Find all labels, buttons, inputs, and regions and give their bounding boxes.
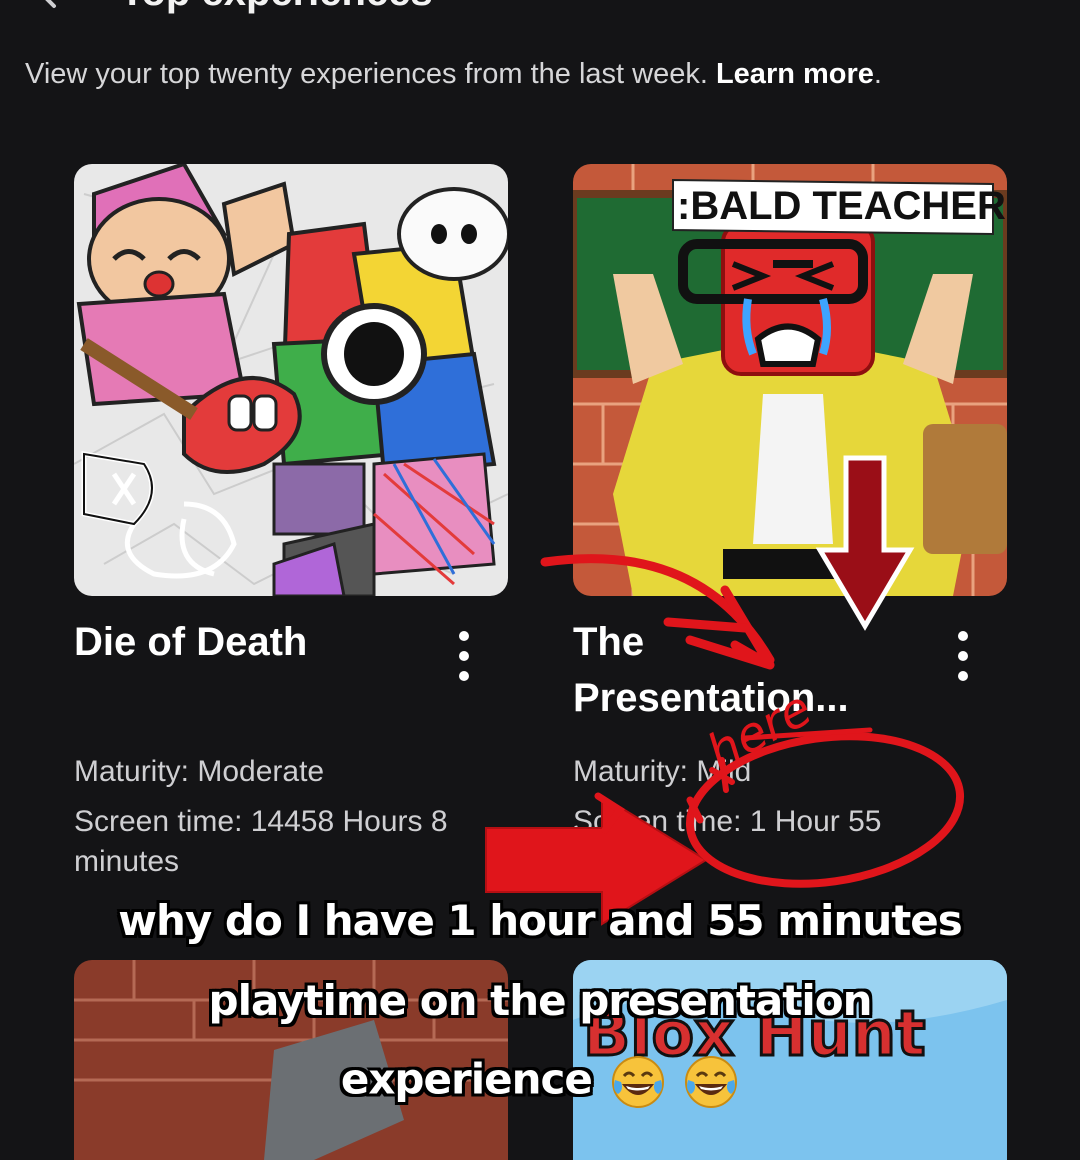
experience-card-die-of-death[interactable]: Die of Death Maturity: Moderate Screen t…: [74, 164, 508, 884]
experience-thumbnail[interactable]: :BALD TEACHER: [573, 164, 1007, 596]
page-title: Top experiences: [120, 0, 433, 15]
laughing-crying-emoji-icon: [611, 1056, 664, 1108]
caption-line-2: playtime on the presentation: [208, 976, 873, 1025]
caption-line-3: experience: [0, 1054, 1080, 1110]
more-options-icon[interactable]: [454, 628, 474, 684]
top-bar: Top experiences: [0, 0, 1080, 20]
more-options-icon[interactable]: [953, 628, 973, 684]
learn-more-link[interactable]: Learn more: [716, 58, 874, 90]
caption-line-3-text: experience: [340, 1054, 593, 1104]
description-period: .: [873, 58, 882, 90]
die-of-death-artwork: [74, 164, 508, 596]
experience-card-the-presentation[interactable]: :BALD TEACHER The Presentation... Maturi…: [573, 164, 1007, 884]
description-text: View your top twenty experiences from th…: [25, 58, 716, 90]
laughing-crying-emoji-icon: [685, 1056, 738, 1108]
thumbnail-banner-text: :BALD TEACHER: [677, 184, 1006, 228]
experience-title[interactable]: Die of Death: [74, 614, 434, 670]
page-description: View your top twenty experiences from th…: [25, 58, 882, 91]
experience-thumbnail[interactable]: [74, 164, 508, 596]
bald-teacher-artwork: :BALD TEACHER: [573, 164, 1007, 596]
maturity-label: Maturity: Moderate: [74, 755, 325, 788]
experience-title[interactable]: The Presentation...: [573, 614, 893, 726]
screen-time-label: Screen time: 14458 Hours 8 minutes: [74, 805, 448, 878]
caption-line-1: why do I have 1 hour and 55 minutes: [118, 896, 963, 945]
maturity-label: Maturity: Mild: [573, 755, 752, 788]
screen-time-label: Screen time: 1 Hour 55: [573, 805, 882, 838]
back-arrow-icon[interactable]: [26, 0, 66, 10]
